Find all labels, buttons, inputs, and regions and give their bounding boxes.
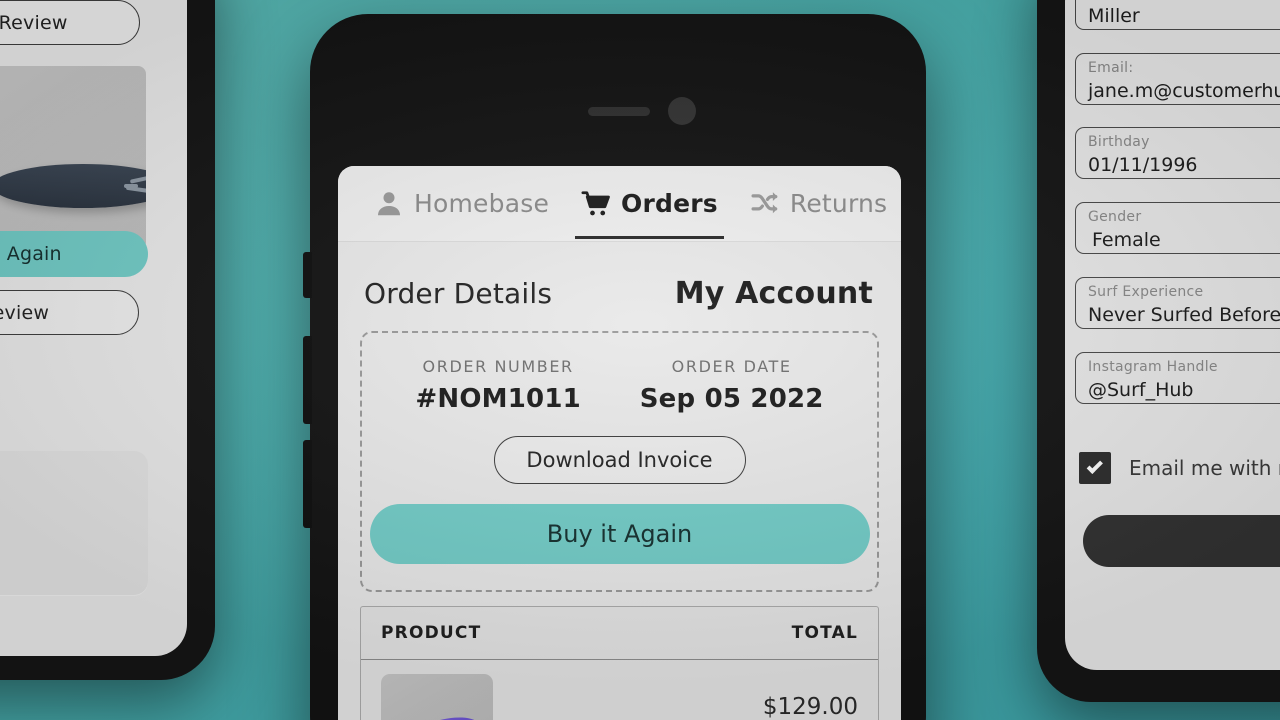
- left-address-card: p.com oad, 3931: [0, 451, 148, 596]
- dark-surfboard-icon: [0, 164, 146, 208]
- left-review-top-label: Review: [0, 11, 68, 34]
- order-number-block: ORDER NUMBER #NOM1011: [415, 357, 580, 414]
- field-instagram-value: @Surf_Hub: [1088, 379, 1194, 401]
- shuffle-icon: [750, 189, 780, 219]
- field-last-name-label: Last Name:: [1088, 0, 1280, 1]
- field-surf-experience[interactable]: Surf Experience Never Surfed Before (: [1075, 277, 1280, 329]
- field-birthday[interactable]: Birthday 01/11/1996: [1075, 127, 1280, 179]
- surfboard-thumb-icon: [385, 708, 485, 720]
- field-gender-label: Gender: [1088, 209, 1142, 225]
- product-table: PRODUCT TOTAL $129.00: [360, 606, 879, 720]
- field-instagram-label: Instagram Handle: [1088, 359, 1218, 375]
- check-icon: [1086, 457, 1103, 475]
- product-table-header: PRODUCT TOTAL: [361, 607, 878, 660]
- order-number-value: #NOM1011: [415, 384, 581, 414]
- table-row[interactable]: $129.00: [361, 660, 878, 720]
- order-date-value: Sep 05 2022: [639, 384, 824, 414]
- field-birthday-value: 01/11/1996: [1088, 154, 1198, 176]
- buy-it-again-label: Buy it Again: [546, 520, 693, 548]
- navigation-tabbar: Homebase Orders Returns: [338, 166, 901, 242]
- phone-camera-icon: [668, 97, 696, 125]
- my-account-title: My Account: [674, 276, 873, 311]
- tab-returns[interactable]: Returns: [734, 166, 901, 241]
- buy-it-again-button[interactable]: Buy it Again: [369, 504, 870, 564]
- column-header-total: TOTAL: [791, 623, 858, 643]
- newsletter-checkbox-label: Email me with new: [1129, 456, 1280, 480]
- cart-icon: [581, 189, 611, 219]
- field-email[interactable]: Email: jane.m@customerhub: [1075, 53, 1280, 105]
- order-number-label: ORDER NUMBER: [422, 357, 574, 376]
- product-thumbnail[interactable]: [381, 674, 493, 720]
- phone-volume-up-button[interactable]: [303, 336, 312, 424]
- field-last-name-value: Miller: [1088, 5, 1140, 27]
- left-phone-screen: ★ Review Buy it Again ★ Review: [0, 0, 187, 656]
- row-total-value: $129.00: [762, 694, 858, 720]
- center-phone-screen: Homebase Orders Returns Order Details My…: [338, 166, 901, 720]
- column-header-product: PRODUCT: [381, 623, 482, 643]
- field-gender-value: Female: [1092, 229, 1161, 251]
- left-product-image[interactable]: [0, 66, 146, 250]
- order-summary-card: ORDER NUMBER #NOM1011 ORDER DATE Sep 05 …: [360, 331, 879, 592]
- field-surf-experience-label: Surf Experience: [1088, 284, 1204, 300]
- order-date-block: ORDER DATE Sep 05 2022: [640, 357, 824, 414]
- phone-speaker-icon: [588, 107, 650, 116]
- person-icon: [374, 189, 404, 219]
- left-review-bottom-label: Review: [0, 301, 50, 324]
- newsletter-checkbox[interactable]: [1079, 452, 1111, 484]
- newsletter-checkbox-row[interactable]: Email me with new: [1079, 452, 1280, 484]
- field-birthday-label: Birthday: [1088, 134, 1150, 150]
- fin-icon: [129, 174, 146, 184]
- left-review-button-bottom[interactable]: ★ Review: [0, 290, 139, 335]
- phone-volume-down-button[interactable]: [303, 440, 312, 528]
- page-title: Order Details: [364, 277, 553, 310]
- field-email-label: Email:: [1088, 60, 1134, 76]
- save-details-button[interactable]: Save D: [1083, 515, 1280, 567]
- fin-icon: [124, 184, 138, 188]
- left-buy-it-again-button[interactable]: Buy it Again: [0, 231, 148, 277]
- download-invoice-button[interactable]: Download Invoice: [493, 436, 746, 484]
- field-last-name[interactable]: Last Name: Miller: [1075, 0, 1280, 30]
- tab-orders[interactable]: Orders: [565, 166, 734, 241]
- tab-returns-label: Returns: [789, 189, 888, 218]
- tab-orders-label: Orders: [621, 189, 718, 218]
- field-email-value: jane.m@customerhub: [1088, 80, 1280, 102]
- field-surf-experience-value: Never Surfed Before (: [1088, 304, 1280, 326]
- download-invoice-label: Download Invoice: [526, 448, 713, 472]
- orders-content: Order Details My Account ORDER NUMBER #N…: [338, 242, 901, 720]
- order-date-label: ORDER DATE: [671, 357, 792, 376]
- tab-homebase[interactable]: Homebase: [358, 166, 565, 241]
- left-buy-again-label: Buy it Again: [0, 243, 62, 265]
- order-meta: ORDER NUMBER #NOM1011 ORDER DATE Sep 05 …: [362, 357, 877, 414]
- screenshot-stage: ★ Review Buy it Again ★ Review: [0, 0, 1280, 720]
- field-instagram-handle[interactable]: Instagram Handle @Surf_Hub: [1075, 352, 1280, 404]
- page-headings: Order Details My Account: [360, 242, 879, 331]
- left-review-button-top[interactable]: ★ Review: [0, 0, 140, 45]
- field-gender[interactable]: Gender Female: [1075, 202, 1280, 254]
- tab-homebase-label: Homebase: [414, 189, 550, 218]
- right-phone-screen: Last Name: Miller Email: jane.m@customer…: [1065, 0, 1280, 670]
- phone-mute-switch[interactable]: [303, 252, 312, 298]
